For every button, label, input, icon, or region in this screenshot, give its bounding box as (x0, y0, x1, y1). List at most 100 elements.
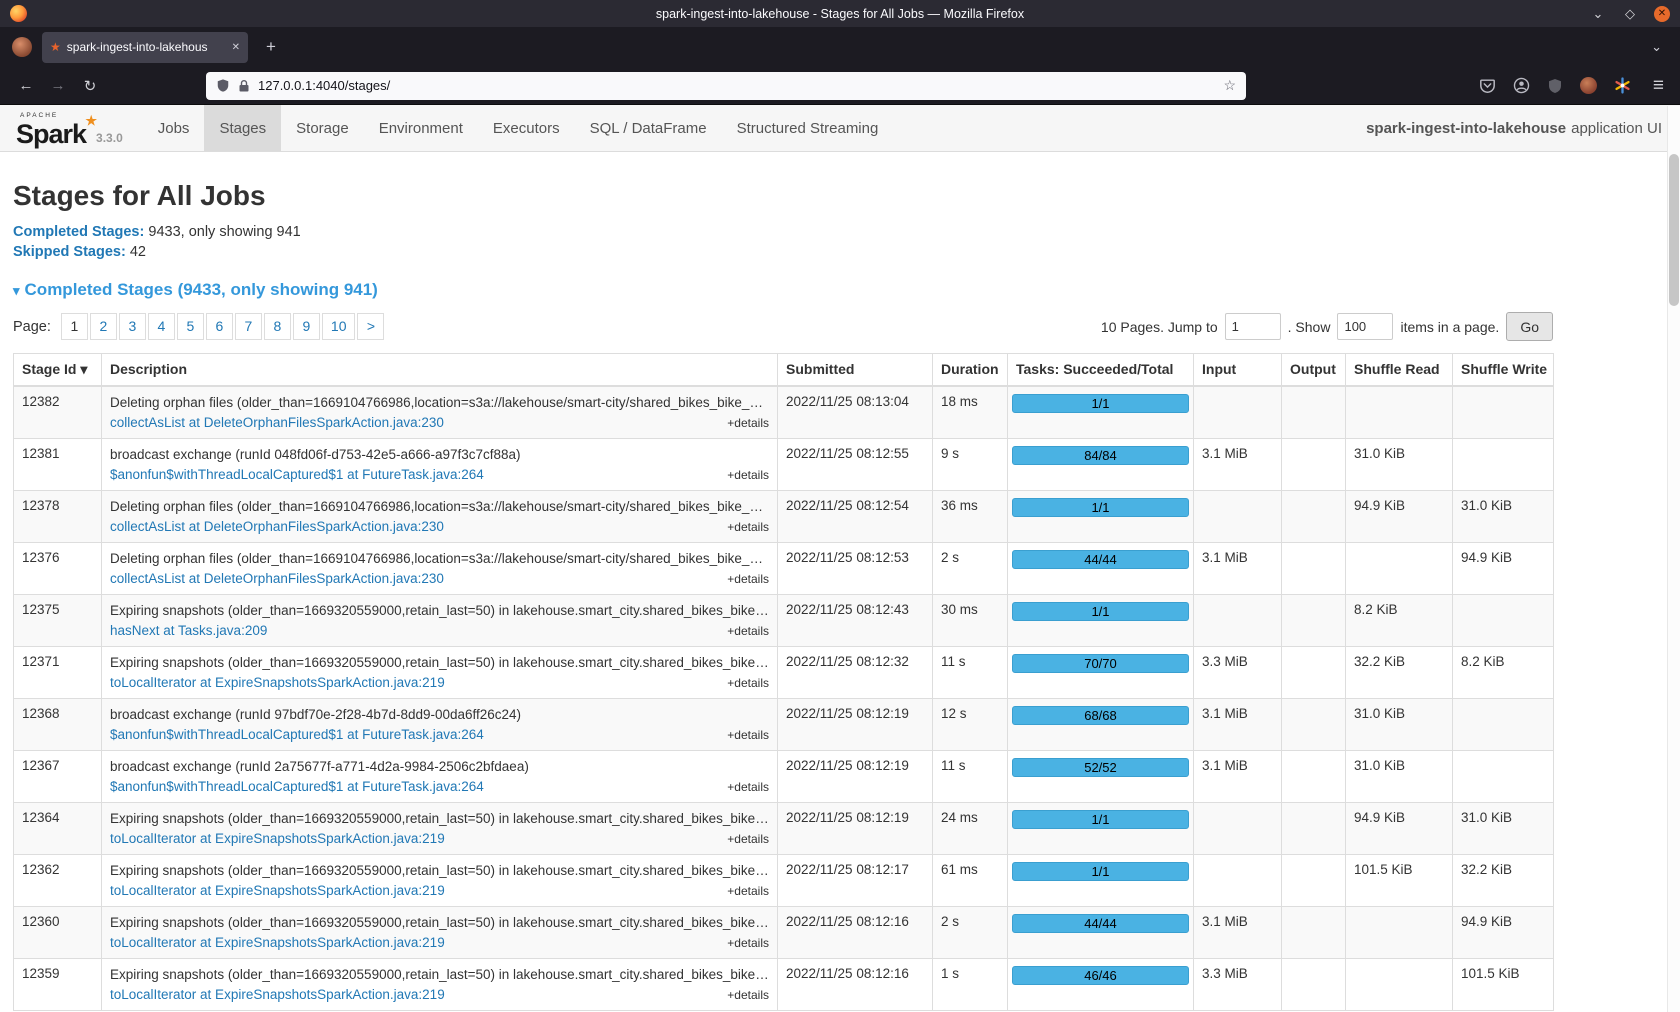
lock-icon[interactable] (238, 79, 250, 93)
details-toggle[interactable]: +details (727, 779, 769, 795)
stage-id-cell: 12382 (14, 386, 102, 439)
page-button-5[interactable]: 5 (177, 313, 204, 340)
stage-callsite-link[interactable]: $anonfun$withThreadLocalCaptured$1 at Fu… (110, 779, 484, 795)
input-cell (1194, 386, 1282, 439)
bookmark-star-icon[interactable]: ☆ (1223, 77, 1236, 94)
stage-callsite-link[interactable]: collectAsList at DeleteOrphanFilesSparkA… (110, 415, 444, 431)
details-toggle[interactable]: +details (727, 987, 769, 1003)
tab-close-icon[interactable]: ✕ (232, 42, 240, 53)
details-toggle[interactable]: +details (727, 935, 769, 951)
column-header-7[interactable]: Shuffle Read (1346, 354, 1453, 387)
nav-tab-storage[interactable]: Storage (281, 105, 364, 151)
duration-cell: 18 ms (933, 386, 1008, 439)
minimize-icon[interactable]: ⌄ (1590, 6, 1606, 22)
nav-tab-executors[interactable]: Executors (478, 105, 575, 151)
pocket-icon[interactable] (1479, 77, 1496, 94)
details-toggle[interactable]: +details (727, 883, 769, 899)
nav-tab-structured-streaming[interactable]: Structured Streaming (722, 105, 894, 151)
maximize-icon[interactable]: ◇ (1622, 6, 1638, 22)
details-toggle[interactable]: +details (727, 571, 769, 587)
duration-cell: 30 ms (933, 595, 1008, 647)
description-cell: Deleting orphan files (older_than=166910… (102, 386, 778, 439)
stage-callsite-link[interactable]: collectAsList at DeleteOrphanFilesSparkA… (110, 571, 444, 587)
back-button[interactable]: ← (10, 77, 42, 94)
column-header-4[interactable]: Tasks: Succeeded/Total (1008, 354, 1194, 387)
stage-callsite-link[interactable]: toLocalIterator at ExpireSnapshotsSparkA… (110, 675, 445, 691)
page-scrollbar[interactable] (1667, 106, 1680, 1012)
skipped-stages-link[interactable]: Skipped Stages: (13, 244, 126, 260)
stage-callsite-link[interactable]: $anonfun$withThreadLocalCaptured$1 at Fu… (110, 467, 484, 483)
details-toggle[interactable]: +details (727, 623, 769, 639)
page-button-8[interactable]: 8 (264, 313, 291, 340)
column-header-8[interactable]: Shuffle Write (1453, 354, 1554, 387)
items-per-page-input[interactable] (1337, 313, 1393, 340)
profile-avatar-icon[interactable] (12, 37, 32, 57)
stage-callsite-link[interactable]: toLocalIterator at ExpireSnapshotsSparkA… (110, 883, 445, 899)
stage-callsite-link[interactable]: toLocalIterator at ExpireSnapshotsSparkA… (110, 831, 445, 847)
reload-button[interactable]: ↻ (74, 77, 106, 95)
details-toggle[interactable]: +details (727, 727, 769, 743)
page-button-3[interactable]: 3 (119, 313, 146, 340)
window-title: spark-ingest-into-lakehouse - Stages for… (0, 7, 1680, 21)
url-bar[interactable]: 127.0.0.1:4040/stages/ ☆ (206, 72, 1246, 100)
ublock-shield-icon[interactable] (1547, 78, 1563, 94)
shuffle-write-cell: 32.2 KiB (1453, 855, 1554, 907)
scrollbar-thumb[interactable] (1669, 154, 1679, 306)
details-toggle[interactable]: +details (727, 831, 769, 847)
completed-stages-section-toggle[interactable]: ▾Completed Stages (9433, only showing 94… (13, 280, 1553, 300)
menu-button[interactable]: ≡ (1647, 75, 1670, 97)
browser-tab[interactable]: ★ spark-ingest-into-lakehous ✕ (42, 32, 248, 63)
input-cell: 3.1 MiB (1194, 751, 1282, 803)
column-header-5[interactable]: Input (1194, 354, 1282, 387)
stage-callsite-link[interactable]: $anonfun$withThreadLocalCaptured$1 at Fu… (110, 727, 484, 743)
spark-logo[interactable]: APACHE Spark★ 3.3.0 (0, 105, 137, 151)
user-avatar-icon[interactable] (1580, 77, 1597, 94)
jump-to-page-input[interactable] (1225, 313, 1281, 340)
column-header-6[interactable]: Output (1282, 354, 1346, 387)
page-button-7[interactable]: 7 (235, 313, 262, 340)
tab-list-chevron-icon[interactable]: ⌄ (1651, 39, 1672, 55)
page-button-10[interactable]: 10 (322, 313, 356, 340)
page-button->[interactable]: > (357, 313, 384, 340)
column-header-1[interactable]: Description (102, 354, 778, 387)
completed-stages-link[interactable]: Completed Stages: (13, 224, 144, 240)
column-header-2[interactable]: Submitted (778, 354, 933, 387)
details-toggle[interactable]: +details (727, 675, 769, 691)
url-text[interactable]: 127.0.0.1:4040/stages/ (258, 78, 1215, 93)
account-icon[interactable] (1513, 77, 1530, 94)
stage-callsite-link[interactable]: toLocalIterator at ExpireSnapshotsSparkA… (110, 935, 445, 951)
task-progress-bar: 68/68 (1012, 706, 1189, 725)
details-toggle[interactable]: +details (727, 415, 769, 431)
column-header-3[interactable]: Duration (933, 354, 1008, 387)
nav-tab-environment[interactable]: Environment (364, 105, 478, 151)
nav-tab-jobs[interactable]: Jobs (143, 105, 205, 151)
stage-callsite-link[interactable]: toLocalIterator at ExpireSnapshotsSparkA… (110, 987, 445, 1003)
new-tab-button[interactable]: + (258, 37, 284, 57)
shuffle-read-cell (1346, 907, 1453, 959)
task-progress-bar: 52/52 (1012, 758, 1189, 777)
pagination-left: Page: 12345678910> (13, 313, 384, 340)
tasks-cell: 52/52 (1008, 751, 1194, 803)
page-button-4[interactable]: 4 (148, 313, 175, 340)
forward-button[interactable]: → (42, 77, 74, 94)
pinwheel-extension-icon[interactable] (1614, 77, 1631, 94)
details-toggle[interactable]: +details (727, 467, 769, 483)
shuffle-read-cell (1346, 386, 1453, 439)
page-button-9[interactable]: 9 (293, 313, 320, 340)
nav-tab-stages[interactable]: Stages (204, 105, 281, 151)
stage-callsite-link[interactable]: collectAsList at DeleteOrphanFilesSparkA… (110, 519, 444, 535)
page-button-6[interactable]: 6 (206, 313, 233, 340)
page-button-1[interactable]: 1 (61, 313, 88, 340)
shuffle-write-cell: 31.0 KiB (1453, 491, 1554, 543)
stages-header-row: Stage Id ▾DescriptionSubmittedDurationTa… (14, 354, 1554, 387)
nav-tab-sql-dataframe[interactable]: SQL / DataFrame (575, 105, 722, 151)
details-toggle[interactable]: +details (727, 519, 769, 535)
description-second-line: toLocalIterator at ExpireSnapshotsSparkA… (110, 675, 769, 691)
column-header-0[interactable]: Stage Id ▾ (14, 354, 102, 387)
tracking-protection-shield-icon[interactable] (216, 78, 230, 93)
page-button-2[interactable]: 2 (90, 313, 117, 340)
close-window-icon[interactable]: ✕ (1654, 6, 1670, 22)
stage-callsite-link[interactable]: hasNext at Tasks.java:209 (110, 623, 267, 639)
go-button[interactable]: Go (1506, 312, 1553, 341)
page-list: 12345678910> (59, 313, 385, 340)
